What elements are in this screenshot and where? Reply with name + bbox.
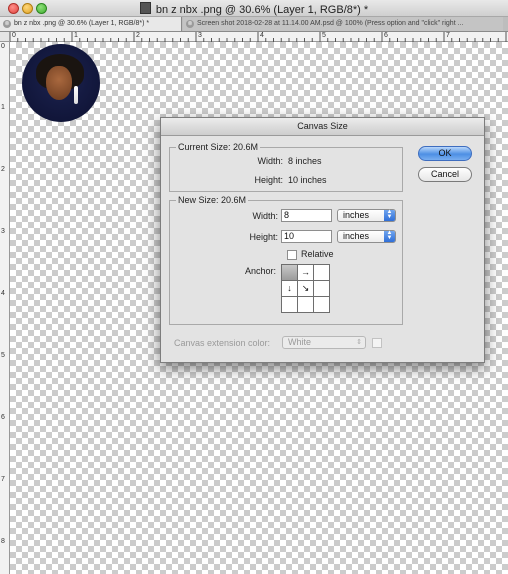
ruler-number: 2 [136,32,140,39]
anchor-cell-bottom-left[interactable] [281,296,298,313]
tab-active-document[interactable]: ⊗ bn z nbx .png @ 30.6% (Layer 1, RGB/8*)… [0,17,182,31]
tab-label: bn z nbx .png @ 30.6% (Layer 1, RGB/8*) … [14,20,150,27]
extension-color-value: White [288,337,312,347]
tab-close-icon[interactable]: ⊗ [186,20,194,28]
anchor-cell-top-center[interactable]: → [297,264,314,281]
portrait-face [46,66,72,100]
select-arrows-icon: ▲ ▼ [384,209,395,221]
ruler-number: 3 [1,228,5,235]
ruler-number: 8 [1,538,5,545]
ok-button[interactable]: OK [418,146,472,161]
document-tabs: ⊗ bn z nbx .png @ 30.6% (Layer 1, RGB/8*)… [0,17,508,32]
anchor-cell-bottom-right[interactable] [313,296,330,313]
extension-color-label: Canvas extension color: [174,338,271,348]
ruler-number: 0 [12,32,16,39]
horizontal-ruler: 0 1 2 3 4 5 6 7 [10,32,508,42]
relative-checkbox[interactable] [287,250,297,260]
anchor-cell-center[interactable]: ↘ [297,280,314,297]
ruler-corner[interactable] [0,32,10,42]
document-icon [139,2,151,14]
anchor-label: Anchor: [244,266,276,276]
anchor-cell-top-right[interactable] [313,264,330,281]
anchor-cell-bottom-center[interactable] [297,296,314,313]
select-arrows-icon: ▲ ▼ [384,230,395,242]
cancel-button[interactable]: Cancel [418,167,472,182]
portrait-image [22,44,100,122]
width-input[interactable]: 8 [281,209,332,222]
current-height-value: 10 inches [288,175,327,185]
anchor-cell-middle-right[interactable] [313,280,330,297]
ruler-number: 6 [1,414,5,421]
ruler-number: 3 [198,32,202,39]
tab-screenshot-document[interactable]: ⊗ Screen shot 2018-02-28 at 11.14.00 AM.p… [183,17,503,31]
ruler-number: 5 [322,32,326,39]
current-width-value: 8 inches [288,156,322,166]
height-input[interactable]: 10 [281,230,332,243]
ruler-ticks [10,32,507,42]
height-unit-select[interactable]: inches ▲ ▼ [337,230,396,243]
dialog-title: Canvas Size [161,118,484,136]
ruler-number: 0 [1,43,5,50]
ruler-number: 5 [1,352,5,359]
portrait-earring [74,86,78,104]
new-height-label: Height: [249,232,278,242]
window-title: bn z nbx .png @ 30.6% (Layer 1, RGB/8*) … [0,2,508,16]
current-width-label: Width: [257,156,283,166]
select-arrows-icon: ⇕ [356,339,362,346]
current-size-group: Current Size: 20.6M [169,142,403,192]
anchor-cell-top-left[interactable] [281,264,298,281]
tab-close-icon[interactable]: ⊗ [3,20,11,28]
extension-color-select[interactable]: White ⇕ [282,336,366,349]
canvas-size-dialog: Canvas Size Current Size: 20.6M Width: 8… [160,117,485,363]
new-width-label: Width: [252,211,278,221]
current-size-legend: Current Size: 20.6M [176,142,261,153]
ruler-number: 1 [74,32,78,39]
window-titlebar: bn z nbx .png @ 30.6% (Layer 1, RGB/8*) … [0,0,508,17]
anchor-cell-middle-left[interactable]: ↓ [281,280,298,297]
ruler-number: 2 [1,166,5,173]
ruler-number: 1 [1,104,5,111]
tab-label: Screen shot 2018-02-28 at 11.14.00 AM.ps… [197,20,464,27]
new-size-legend: New Size: 20.6M [176,195,249,206]
window-title-text: bn z nbx .png @ 30.6% (Layer 1, RGB/8*) … [155,4,369,16]
vertical-ruler: 0 1 2 3 4 5 6 7 8 [0,42,10,574]
width-unit-value: inches [343,210,370,220]
height-unit-value: inches [343,231,370,241]
ruler-number: 7 [1,476,5,483]
ruler-number: 4 [1,290,5,297]
current-height-label: Height: [254,175,283,185]
extension-color-swatch[interactable] [372,338,382,348]
relative-label: Relative [301,249,334,259]
ruler-number: 6 [384,32,388,39]
width-unit-select[interactable]: inches ▲ ▼ [337,209,396,222]
ruler-number: 7 [446,32,450,39]
anchor-grid: → ↓ ↘ [281,264,330,313]
ruler-number: 4 [260,32,264,39]
